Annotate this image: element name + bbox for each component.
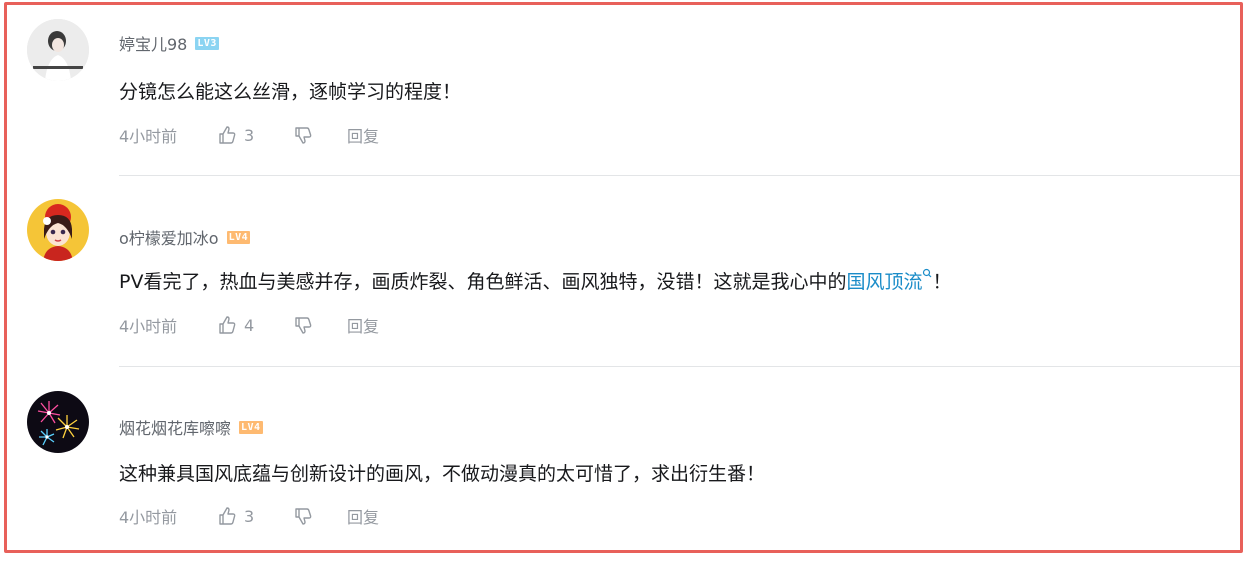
comment-item: o柠檬爱加冰o LV4 PV看完了，热血与美感并存，画质炸裂、角色鲜活、画风独特… [7,191,1240,363]
like-count: 3 [244,506,255,526]
comment-text-part: PV看完了，热血与美感并存，画质炸裂、角色鲜活、画风独特，没错！这就是我心中的 [119,271,847,293]
username[interactable]: 烟花烟花库嚓嚓 [119,415,231,439]
thumb-up-icon [219,316,236,334]
username[interactable]: o柠檬爱加冰o [119,225,219,249]
thumb-up-icon [219,126,236,144]
like-button[interactable]: 4 [217,315,293,335]
like-count: 3 [244,125,255,145]
reply-button[interactable]: 回复 [347,504,379,528]
divider [119,366,1240,367]
comment-text: PV看完了，热血与美感并存，画质炸裂、角色鲜活、画风独特，没错！这就是我心中的国… [119,268,952,295]
thumb-down-icon [295,317,312,334]
timestamp: 4小时前 [119,317,178,336]
thumb-down-icon [295,508,312,525]
thumb-down-icon [295,127,312,144]
user-line: o柠檬爱加冰o LV4 [119,225,251,249]
comment-list: 婷宝儿98 LV3 分镜怎么能这么丝滑，逐帧学习的程度！ 4小时前 3 回复 o… [4,2,1243,553]
comment-text-part: ！ [932,271,952,293]
timestamp: 4小时前 [119,127,178,146]
comment-text: 分镜怎么能这么丝滑，逐帧学习的程度！ [119,81,462,103]
comment-text: 这种兼具国风底蕴与创新设计的画风，不做动漫真的太可惜了，求出衍生番！ [119,463,766,485]
reply-button[interactable]: 回复 [347,313,379,337]
like-count: 4 [244,315,255,335]
comment-actions: 4小时前 3 回复 [119,123,379,147]
dislike-button[interactable] [293,315,347,335]
dislike-button[interactable] [293,506,347,526]
user-line: 烟花烟花库嚓嚓 LV4 [119,415,263,439]
divider [119,175,1240,176]
hot-search-link[interactable]: 国风顶流 [846,268,932,293]
level-badge: LV4 [239,420,263,434]
search-icon [923,268,932,278]
thumb-up-icon [219,507,236,525]
like-button[interactable]: 3 [217,506,293,526]
avatar-image [27,199,89,261]
username[interactable]: 婷宝儿98 [119,31,187,55]
level-badge: LV4 [226,230,251,244]
avatar[interactable] [27,199,89,261]
reply-button[interactable]: 回复 [347,123,379,147]
avatar-image [27,391,89,453]
avatar-image [27,19,89,81]
comment-item: 婷宝儿98 LV3 分镜怎么能这么丝滑，逐帧学习的程度！ 4小时前 3 回复 [7,5,1240,177]
user-line: 婷宝儿98 LV3 [119,31,219,55]
comment-item: 烟花烟花库嚓嚓 LV4 这种兼具国风底蕴与创新设计的画风，不做动漫真的太可惜了，… [7,383,1240,550]
avatar[interactable] [27,19,89,81]
comment-actions: 4小时前 4 回复 [119,313,379,337]
avatar[interactable] [27,391,89,453]
timestamp: 4小时前 [119,508,178,527]
comment-actions: 4小时前 3 回复 [119,504,379,528]
like-button[interactable]: 3 [217,125,293,145]
level-badge: LV3 [195,36,219,50]
hot-search-link-text: 国风顶流 [846,271,923,293]
dislike-button[interactable] [293,125,347,145]
